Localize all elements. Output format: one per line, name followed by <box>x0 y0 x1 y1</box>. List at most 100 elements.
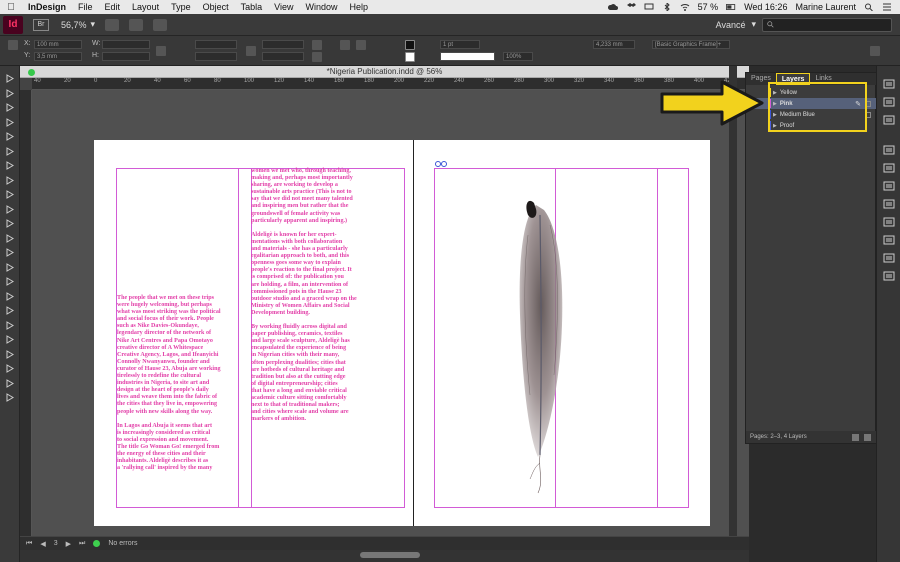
links-panel-icon[interactable] <box>883 112 895 125</box>
menu-app-name[interactable]: InDesign <box>22 2 72 12</box>
note-tool-icon[interactable] <box>5 291 15 301</box>
last-page-icon[interactable]: ⏭ <box>79 540 85 548</box>
left-page[interactable]: The people that we met on these trips we… <box>94 140 413 526</box>
display-icon[interactable] <box>644 3 654 11</box>
cloud-icon[interactable] <box>607 3 618 11</box>
menu-edit[interactable]: Edit <box>99 2 127 12</box>
w-field[interactable] <box>102 40 150 49</box>
rotation-field[interactable] <box>262 40 304 49</box>
stroke-type-dropdown[interactable] <box>440 52 495 61</box>
horizontal-scrollbar[interactable] <box>20 550 749 562</box>
horizontal-ruler[interactable]: 40 20 0 20 40 60 80 100 120 140 160 180 200 220 240 260… <box>32 78 749 90</box>
line-tool-icon[interactable] <box>5 161 15 170</box>
pen-tool-icon[interactable] <box>5 175 15 185</box>
gradient-swatch-tool-icon[interactable] <box>5 262 15 272</box>
gradient-feather-tool-icon[interactable] <box>5 277 15 286</box>
panel-menu-icon[interactable] <box>870 46 880 56</box>
stroke-swatch[interactable] <box>405 52 415 62</box>
body-text-column-1[interactable]: The people that we met on these trips we… <box>117 295 242 472</box>
feather-artwork-image[interactable] <box>514 195 570 495</box>
opacity-field[interactable]: 100% <box>503 52 533 61</box>
flip-horizontal-icon[interactable] <box>312 52 322 62</box>
rectangle-frame-tool-icon[interactable] <box>5 204 15 214</box>
menu-help[interactable]: Help <box>344 2 375 12</box>
link-scale-icon[interactable] <box>246 46 256 56</box>
y-field[interactable]: 3,5 mm <box>34 52 82 61</box>
fill-swatch[interactable] <box>405 40 415 50</box>
right-page[interactable] <box>414 140 710 526</box>
vertical-ruler[interactable] <box>20 90 32 536</box>
constrain-proportions-icon[interactable] <box>156 46 166 56</box>
swap-icon[interactable] <box>5 364 15 373</box>
paragraph-panel-icon[interactable] <box>883 268 895 281</box>
scale-y-field[interactable] <box>195 52 237 61</box>
arrange-documents-icon[interactable] <box>153 18 168 31</box>
workspace-chevron-icon[interactable]: ▾ <box>751 19 756 30</box>
rectangle-tool-icon[interactable] <box>5 219 15 228</box>
workspace-switcher[interactable]: Avancé <box>716 20 746 30</box>
effects-panel-icon[interactable] <box>883 196 895 209</box>
spotlight-icon[interactable] <box>864 3 874 11</box>
cc-libraries-icon[interactable] <box>883 214 895 227</box>
color-panel-icon[interactable] <box>883 160 895 173</box>
character-panel-icon[interactable] <box>883 250 895 263</box>
swatches-panel-icon[interactable] <box>883 178 895 191</box>
object-style-dropdown[interactable]: [Basic Graphics Frame]+ <box>652 40 730 49</box>
zoom-tool-icon[interactable] <box>5 335 15 344</box>
menu-type[interactable]: Type <box>165 2 197 12</box>
menu-file[interactable]: File <box>72 2 99 12</box>
document-tab[interactable]: *Nigeria Publication.indd @ 56% <box>20 66 749 78</box>
view-options-icon[interactable] <box>105 18 120 31</box>
x-field[interactable]: 100 mm <box>34 40 82 49</box>
preflight-status[interactable]: No errors <box>108 540 137 547</box>
rotate-cw-icon[interactable] <box>312 40 322 50</box>
fill-stroke-icon[interactable] <box>5 349 15 359</box>
page-tool-icon[interactable] <box>5 103 15 112</box>
text-thread-icon[interactable] <box>434 160 450 168</box>
user-name[interactable]: Marine Laurent <box>795 2 856 12</box>
corner-size-field[interactable]: 4,233 mm <box>593 40 635 49</box>
clock[interactable]: Wed 16:26 <box>744 2 787 12</box>
battery-percent[interactable]: 57 % <box>698 2 719 12</box>
pencil-tool-icon[interactable] <box>5 190 15 199</box>
select-content-icon[interactable] <box>356 40 366 50</box>
next-page-icon[interactable]: ▶ <box>66 540 71 548</box>
eyedropper-tool-icon[interactable] <box>5 306 15 315</box>
vertical-scrollbar[interactable] <box>729 66 737 536</box>
bridge-button[interactable]: Br <box>33 18 49 31</box>
layers-panel-icon[interactable] <box>883 94 895 107</box>
menu-object[interactable]: Object <box>197 2 235 12</box>
scale-x-field[interactable] <box>195 40 237 49</box>
page-number-field[interactable]: 3 <box>54 540 58 547</box>
dropbox-icon[interactable] <box>626 3 636 11</box>
pages-panel-icon[interactable] <box>883 76 895 89</box>
bluetooth-icon[interactable] <box>662 3 672 11</box>
free-transform-tool-icon[interactable] <box>5 248 15 257</box>
h-field[interactable] <box>102 52 150 61</box>
hand-tool-icon[interactable] <box>5 320 15 330</box>
menu-layout[interactable]: Layout <box>126 2 165 12</box>
gap-tool-icon[interactable] <box>5 117 15 127</box>
menu-table[interactable]: Tabla <box>235 2 269 12</box>
apple-menu-icon[interactable]:  <box>0 2 22 13</box>
pasteboard[interactable]: The people that we met on these trips we… <box>32 90 749 536</box>
stroke-panel-icon[interactable] <box>883 142 895 155</box>
direct-selection-tool-icon[interactable] <box>5 88 15 98</box>
previous-page-icon[interactable]: ◀ <box>40 540 45 548</box>
help-search-input[interactable] <box>762 17 892 32</box>
new-layer-icon[interactable] <box>852 433 859 441</box>
delete-layer-icon[interactable] <box>864 433 871 441</box>
wifi-icon[interactable] <box>680 3 690 11</box>
reference-point-icon[interactable] <box>8 40 18 50</box>
shear-field[interactable] <box>262 52 304 61</box>
body-text-column-2[interactable]: women we met who, through teaching, maki… <box>251 168 376 423</box>
first-page-icon[interactable]: ⏮ <box>26 540 32 548</box>
menu-view[interactable]: View <box>268 2 299 12</box>
menu-window[interactable]: Window <box>299 2 343 12</box>
menu-list-icon[interactable] <box>882 3 892 11</box>
apply-color-icon[interactable] <box>5 378 15 388</box>
screen-mode-icon[interactable] <box>5 393 15 402</box>
content-collector-icon[interactable] <box>5 132 15 141</box>
stroke-weight-field[interactable]: 1 pt <box>440 40 480 49</box>
type-tool-icon[interactable] <box>5 146 15 156</box>
